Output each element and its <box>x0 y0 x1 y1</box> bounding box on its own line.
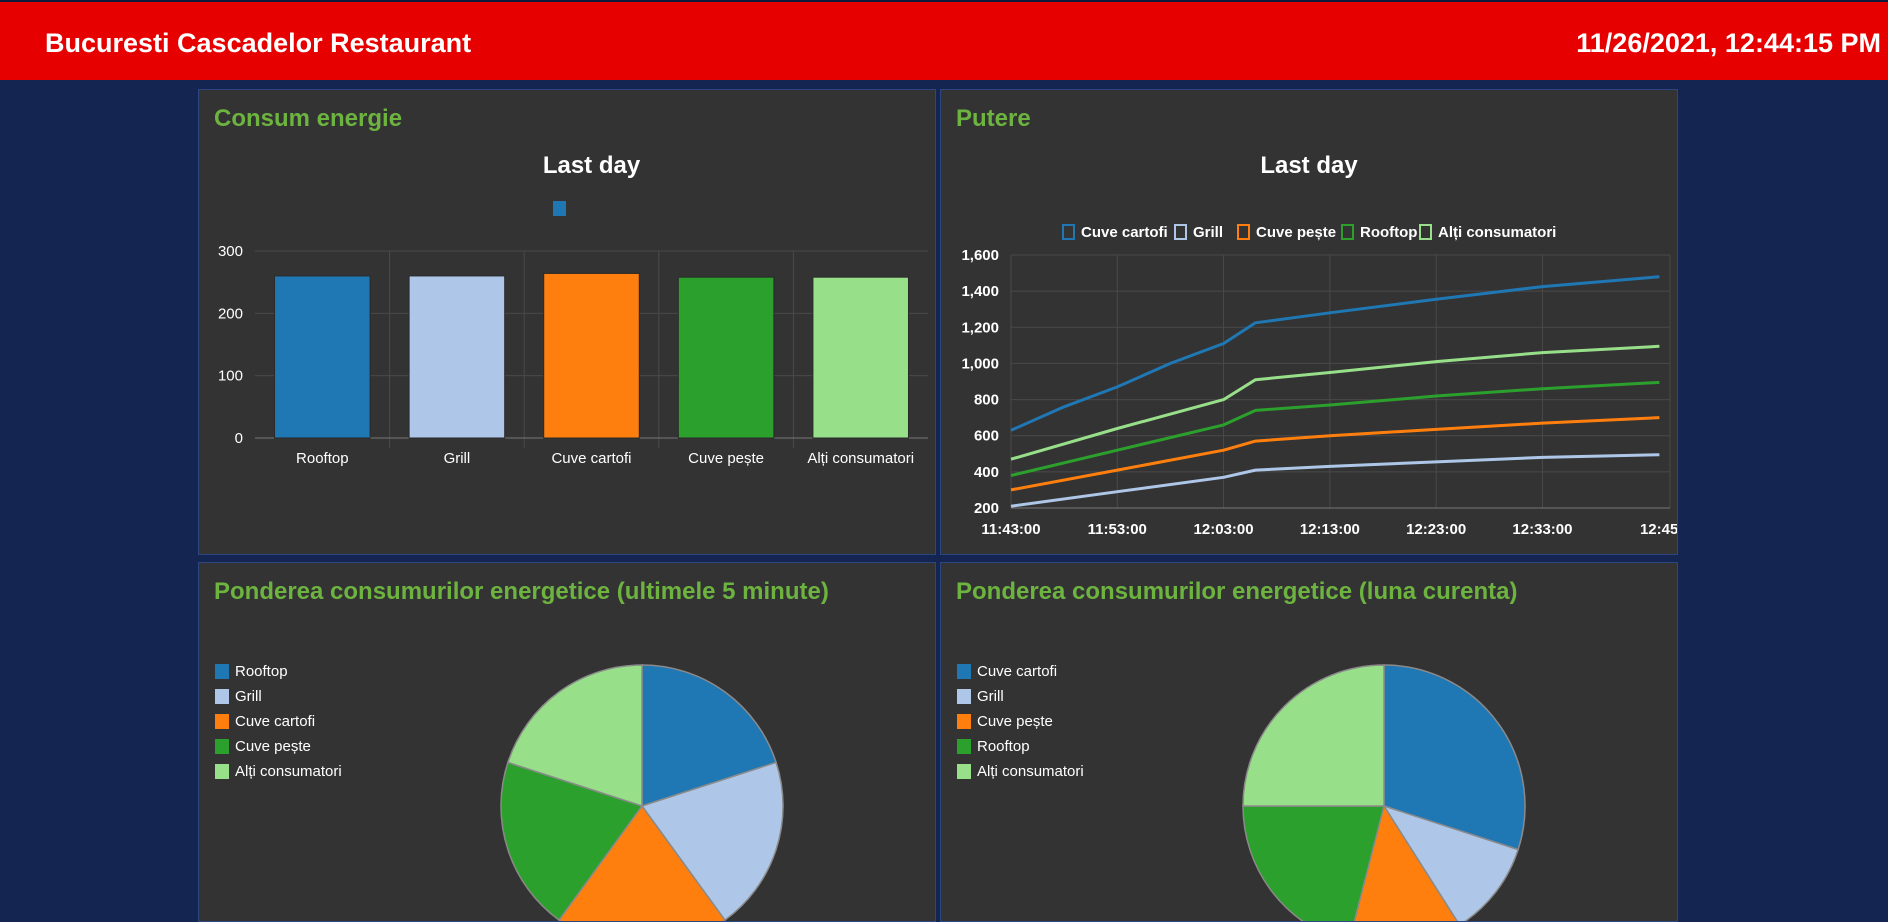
energy-bar-chart: Last day 0 100 200 300 Rooftop Grill Cuve carto… <box>218 152 928 467</box>
legend-label: Rooftop <box>977 738 1030 755</box>
x-tick-label: Cuve cartofi <box>551 450 631 467</box>
legend-swatch <box>215 664 229 679</box>
bar <box>543 272 640 439</box>
y-tick-label: 600 <box>974 428 999 445</box>
y-tick-label: 800 <box>974 392 999 409</box>
legend-swatch <box>215 764 229 779</box>
series-line <box>1010 453 1660 508</box>
legend-swatch <box>215 739 229 754</box>
x-tick-label: Alți consumatori <box>807 450 914 467</box>
legend-label: Cuve pește <box>1256 224 1336 241</box>
legend-swatch <box>1062 224 1075 240</box>
y-tick-label: 400 <box>974 464 999 481</box>
x-tick-label: Rooftop <box>296 450 349 467</box>
y-tick-label: 1,600 <box>961 247 999 264</box>
y-tick-label: 100 <box>218 368 243 385</box>
bar <box>408 275 506 439</box>
legend-label: Cuve cartofi <box>1081 224 1168 241</box>
legend-swatch <box>215 689 229 704</box>
x-tick-label: 12:23:00 <box>1406 521 1466 538</box>
x-tick-label: Cuve pește <box>688 450 764 467</box>
legend-swatch <box>957 689 971 704</box>
legend-label: Alți consumatori <box>977 763 1084 780</box>
legend-label: Cuve pește <box>235 738 311 755</box>
x-tick-label: 11:53:00 <box>1088 521 1147 538</box>
header-bar: Bucuresti Cascadelor Restaurant 11/26/20… <box>0 0 1888 80</box>
legend-label: Rooftop <box>235 663 288 680</box>
share-month-panel: Ponderea consumurilor energetice (luna c… <box>940 562 1678 922</box>
legend-swatch <box>957 664 971 679</box>
legend-swatch <box>957 714 971 729</box>
y-tick-label: 0 <box>235 430 243 447</box>
bar <box>274 275 371 439</box>
legend-label: Grill <box>1193 224 1223 241</box>
y-tick-label: 200 <box>218 305 243 322</box>
legend-label: Cuve pește <box>977 713 1053 730</box>
share-5min-panel: Ponderea consumurilor energetice (ultime… <box>198 562 936 922</box>
x-tick-label: Grill <box>444 450 471 467</box>
legend-swatch <box>1341 224 1354 240</box>
x-tick-label: 12:03:00 <box>1194 521 1254 538</box>
x-tick-label: 12:33:00 <box>1512 521 1572 538</box>
energy-consumption-panel: Consum energie Last day 0 100 200 300 Rooftop… <box>198 89 936 555</box>
legend-swatch <box>1237 224 1250 240</box>
x-tick-label: 12:45:00 <box>1640 521 1677 538</box>
legend-label: Grill <box>235 688 262 705</box>
series-line <box>1010 380 1660 477</box>
legend-swatch <box>1419 224 1432 240</box>
power-line-chart: Last day Cuve cartofi Grill Cuve pește Rooft… <box>961 152 1677 538</box>
legend-swatch <box>553 201 566 216</box>
series-line <box>1010 275 1660 432</box>
legend-swatch <box>957 739 971 754</box>
share-5min-pie-chart: Rooftop Grill Cuve cartofi Cuve pește Alți c… <box>215 663 784 921</box>
pie-slice <box>1242 664 1385 807</box>
legend-label: Cuve cartofi <box>235 713 315 730</box>
y-tick-label: 1,000 <box>961 355 999 372</box>
bar <box>812 276 909 439</box>
app-title: Bucuresti Cascadelor Restaurant <box>45 28 472 58</box>
y-tick-label: 1,200 <box>961 319 999 336</box>
legend-swatch <box>215 714 229 729</box>
chart-title: Last day <box>543 152 641 179</box>
legend-label: Grill <box>977 688 1004 705</box>
legend-label: Alți consumatori <box>235 763 342 780</box>
x-tick-label: 11:43:00 <box>981 521 1040 538</box>
y-tick-label: 200 <box>974 500 999 517</box>
power-panel: Putere Last day Cuve cartofi Grill Cuve peș… <box>940 89 1678 555</box>
y-tick-label: 1,400 <box>961 283 999 300</box>
bar <box>677 276 775 439</box>
x-tick-label: 12:13:00 <box>1300 521 1360 538</box>
share-month-pie-chart: Cuve cartofi Grill Cuve pește Rooftop Alți c… <box>957 663 1526 921</box>
legend-swatch <box>1174 224 1187 240</box>
legend-label: Alți consumatori <box>1438 224 1556 241</box>
legend-label: Cuve cartofi <box>977 663 1057 680</box>
datetime-display: 11/26/2021, 12:44:15 PM <box>1576 28 1881 58</box>
chart-title: Last day <box>1260 152 1358 179</box>
legend-swatch <box>957 764 971 779</box>
y-tick-label: 300 <box>218 243 243 260</box>
legend-label: Rooftop <box>1360 224 1417 241</box>
